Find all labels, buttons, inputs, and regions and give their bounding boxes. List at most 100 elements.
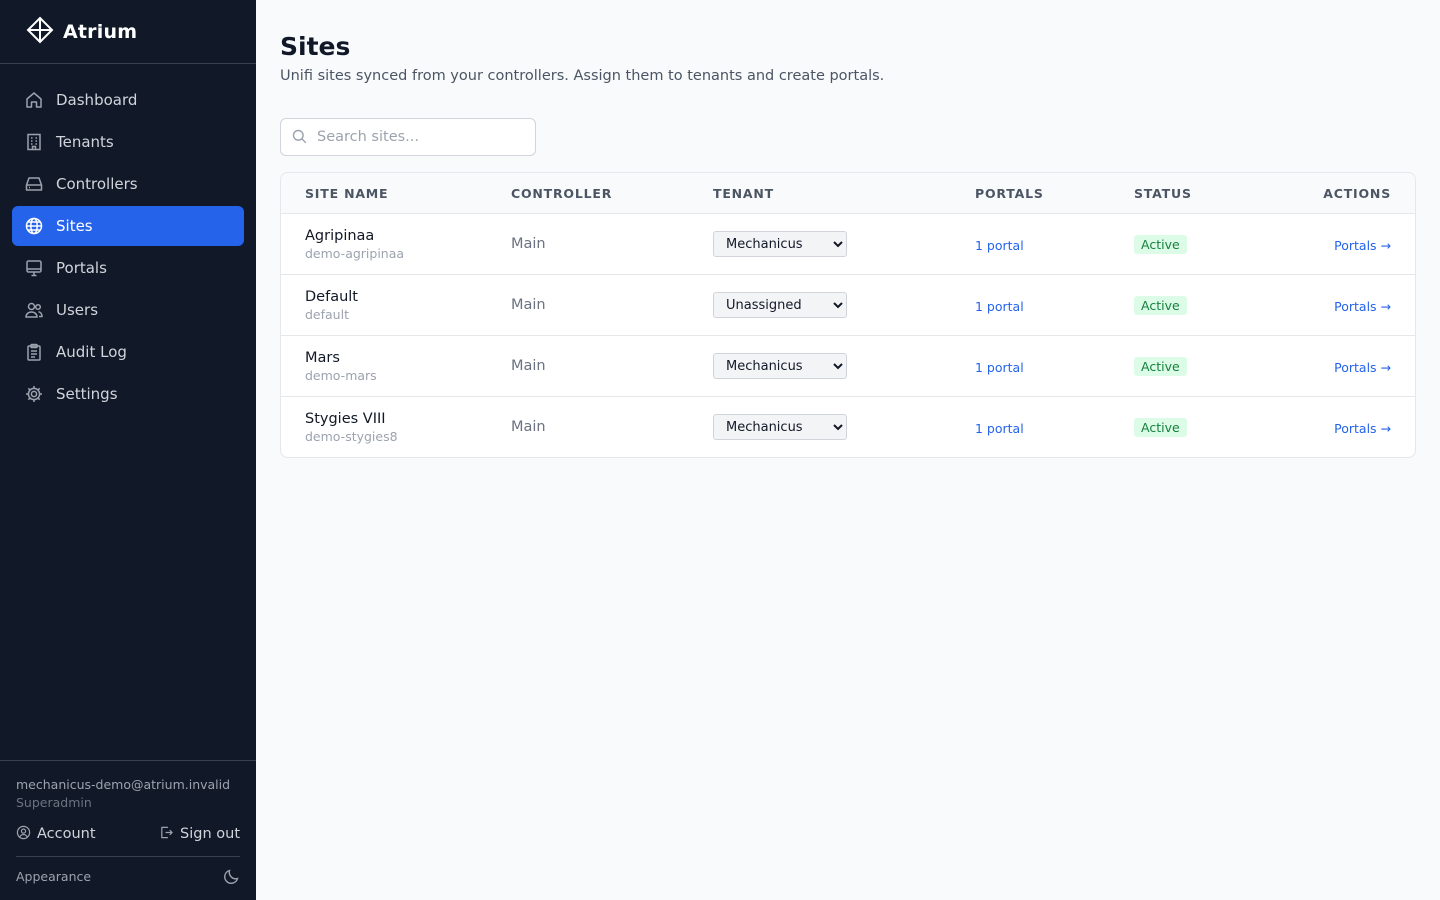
- tenant-select[interactable]: Unassigned Mechanicus: [713, 414, 847, 440]
- site-name: Mars: [305, 349, 340, 366]
- table-row: Agripinaa demo-agripinaa Main Unassigned…: [281, 213, 1415, 274]
- user-circle-icon: [16, 825, 37, 844]
- sidebar-item-label: Settings: [56, 385, 118, 403]
- sidebar-item-users[interactable]: Users: [12, 290, 244, 330]
- server-icon: [24, 174, 44, 194]
- actions-cell: Portals →: [1254, 357, 1415, 376]
- site-slug: demo-stygies8: [305, 428, 398, 444]
- column-header-portals[interactable]: PORTALS: [975, 186, 1134, 201]
- site-slug: demo-agripinaa: [305, 245, 405, 261]
- sidebar-item-label: Audit Log: [56, 343, 127, 361]
- sidebar-item-dashboard[interactable]: Dashboard: [12, 80, 244, 120]
- home-icon: [24, 90, 44, 110]
- column-header-tenant[interactable]: TENANT: [713, 186, 975, 201]
- portal-count-link[interactable]: 1 portal: [975, 299, 1024, 314]
- sidebar-item-settings[interactable]: Settings: [12, 374, 244, 414]
- user-role: Superadmin: [16, 795, 92, 810]
- portals-cell: 1 portal: [975, 296, 1134, 315]
- actions-cell: Portals →: [1254, 418, 1415, 437]
- status-cell: Active: [1134, 295, 1254, 315]
- site-slug: default: [305, 306, 349, 322]
- status-badge: Active: [1134, 357, 1187, 376]
- atrium-logo-icon: [26, 16, 54, 48]
- controller-cell: Main: [511, 297, 546, 313]
- site-cell: Default default: [281, 289, 511, 322]
- page-subtitle: Unifi sites synced from your controllers…: [280, 68, 885, 84]
- tenant-select[interactable]: Unassigned Mechanicus: [713, 353, 847, 379]
- tenant-cell: Unassigned Mechanicus: [713, 353, 975, 379]
- search-input[interactable]: [280, 118, 536, 156]
- portals-action-link[interactable]: Portals →: [1334, 238, 1391, 253]
- brand-name: Atrium: [63, 20, 138, 43]
- portals-action-link[interactable]: Portals →: [1334, 421, 1391, 436]
- sign-out-button[interactable]: Sign out: [159, 825, 240, 844]
- portals-cell: 1 portal: [975, 235, 1134, 254]
- sidebar-item-audit-log[interactable]: Audit Log: [12, 332, 244, 372]
- sidebar-item-label: Tenants: [56, 133, 114, 151]
- status-badge: Active: [1134, 418, 1187, 437]
- portals-action-link[interactable]: Portals →: [1334, 299, 1391, 314]
- column-header-actions: ACTIONS: [1323, 185, 1391, 201]
- portals-cell: 1 portal: [975, 418, 1134, 437]
- table-row: Stygies VIII demo-stygies8 Main Unassign…: [281, 396, 1415, 457]
- site-cell: Stygies VIII demo-stygies8: [281, 411, 511, 444]
- users-icon: [24, 300, 44, 320]
- sidebar-footer: mechanicus-demo@atrium.invalid Superadmi…: [0, 760, 256, 900]
- portal-count-link[interactable]: 1 portal: [975, 421, 1024, 436]
- portals-action-link[interactable]: Portals →: [1334, 360, 1391, 375]
- footer-actions: Account Sign out: [16, 822, 240, 846]
- building-icon: [24, 132, 44, 152]
- site-cell: Mars demo-mars: [281, 350, 511, 383]
- status-badge: Active: [1134, 296, 1187, 315]
- sidebar-item-label: Portals: [56, 259, 107, 277]
- sidebar-item-portals[interactable]: Portals: [12, 248, 244, 288]
- status-cell: Active: [1134, 234, 1254, 254]
- brand[interactable]: Atrium: [0, 0, 256, 64]
- sidebar: Atrium Dashboard Tenants Controllers Sit…: [0, 0, 256, 900]
- controller-cell: Main: [511, 358, 546, 374]
- sidebar-nav: Dashboard Tenants Controllers Sites Port…: [0, 64, 256, 414]
- portal-count-link[interactable]: 1 portal: [975, 238, 1024, 253]
- table-row: Mars demo-mars Main Unassigned Mechanicu…: [281, 335, 1415, 396]
- site-name: Agripinaa: [305, 227, 375, 244]
- site-slug: demo-mars: [305, 367, 377, 383]
- actions-cell: Portals →: [1254, 296, 1415, 315]
- column-header-controller[interactable]: CONTROLLER: [511, 186, 713, 201]
- controller-cell: Main: [511, 236, 546, 252]
- moon-icon[interactable]: [223, 868, 240, 885]
- status-cell: Active: [1134, 356, 1254, 376]
- column-header-status[interactable]: STATUS: [1134, 186, 1254, 201]
- account-label: Account: [37, 826, 96, 842]
- sidebar-item-label: Users: [56, 301, 99, 319]
- search-box: [280, 118, 536, 156]
- tenant-cell: Unassigned Mechanicus: [713, 231, 975, 257]
- table-row: Default default Main Unassigned Mechanic…: [281, 274, 1415, 335]
- sidebar-item-sites[interactable]: Sites: [12, 206, 244, 246]
- sidebar-item-label: Controllers: [56, 175, 138, 193]
- account-button[interactable]: Account: [16, 825, 96, 844]
- appearance-label: Appearance: [16, 868, 92, 884]
- tenant-select[interactable]: Unassigned Mechanicus: [713, 292, 847, 318]
- sign-out-label: Sign out: [180, 826, 240, 842]
- sites-table: SITE NAME CONTROLLER TENANT PORTALS STAT…: [280, 172, 1416, 458]
- sidebar-item-label: Dashboard: [56, 91, 138, 109]
- portals-cell: 1 portal: [975, 357, 1134, 376]
- monitor-icon: [24, 258, 44, 278]
- user-email: mechanicus-demo@atrium.invalid: [16, 777, 231, 792]
- status-cell: Active: [1134, 417, 1254, 437]
- appearance-row: Appearance: [16, 857, 240, 895]
- column-header-site-name[interactable]: SITE NAME: [281, 186, 511, 201]
- globe-icon: [24, 216, 44, 236]
- sign-out-icon: [159, 825, 180, 844]
- portal-count-link[interactable]: 1 portal: [975, 360, 1024, 375]
- tenant-cell: Unassigned Mechanicus: [713, 414, 975, 440]
- sidebar-item-tenants[interactable]: Tenants: [12, 122, 244, 162]
- site-name: Stygies VIII: [305, 410, 386, 427]
- tenant-select[interactable]: Unassigned Mechanicus: [713, 231, 847, 257]
- sidebar-item-controllers[interactable]: Controllers: [12, 164, 244, 204]
- actions-cell: Portals →: [1254, 235, 1415, 254]
- site-cell: Agripinaa demo-agripinaa: [281, 228, 511, 261]
- clipboard-icon: [24, 342, 44, 362]
- table-header: SITE NAME CONTROLLER TENANT PORTALS STAT…: [281, 173, 1415, 213]
- main-content: Sites Unifi sites synced from your contr…: [256, 0, 1440, 900]
